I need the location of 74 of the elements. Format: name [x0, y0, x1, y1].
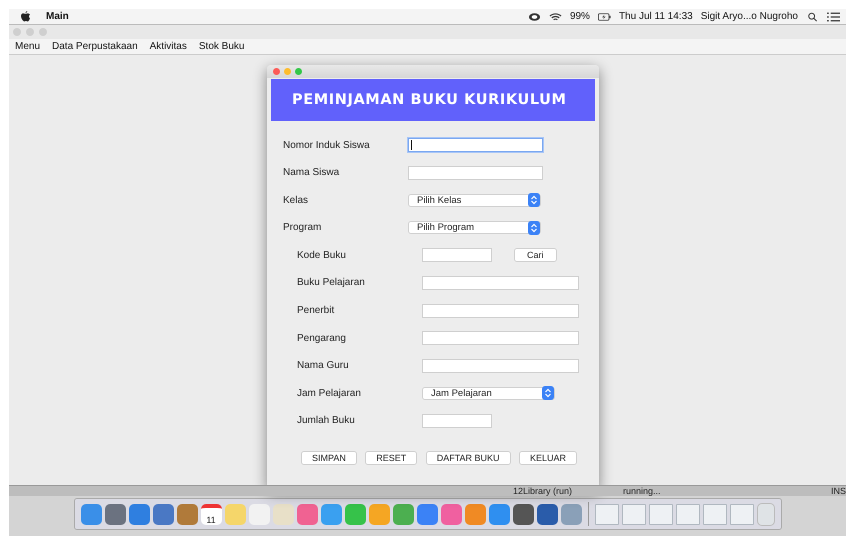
action-button[interactable]: KELUAR	[518, 450, 577, 465]
apple-icon[interactable]	[21, 11, 30, 22]
battery-icon[interactable]	[598, 12, 611, 22]
app-icon[interactable]	[104, 504, 126, 524]
task-name: 12Library (run)	[513, 486, 572, 496]
app-icon[interactable]	[152, 504, 174, 524]
text-field[interactable]	[422, 331, 579, 346]
search-button[interactable]: Cari	[514, 248, 557, 262]
field-label: Nama Siswa	[283, 167, 340, 178]
cloud-icon[interactable]	[528, 12, 541, 22]
form-title: PEMINJAMAN BUKU KURIKULUM	[292, 92, 567, 108]
action-button[interactable]: SIMPAN	[301, 450, 357, 465]
app-icon[interactable]	[416, 504, 438, 524]
field-label: Kelas	[283, 194, 310, 206]
text-field[interactable]	[408, 138, 543, 152]
menu-item[interactable]: Stok Buku	[198, 41, 244, 52]
app-icon[interactable]	[488, 504, 510, 524]
minimize-button[interactable]	[284, 68, 291, 75]
stepper-arrows-icon	[542, 386, 554, 400]
app-icon[interactable]	[176, 504, 198, 524]
app-icon[interactable]	[296, 504, 318, 524]
text-field[interactable]	[422, 276, 579, 290]
task-status: running...	[623, 486, 661, 496]
window-thumbnail[interactable]	[622, 504, 646, 524]
text-field[interactable]	[408, 166, 543, 180]
action-button[interactable]: RESET	[365, 450, 418, 465]
app-name[interactable]: Main	[46, 11, 69, 22]
window-thumbnail[interactable]	[594, 504, 618, 524]
trash-icon[interactable]	[756, 502, 774, 526]
app-icon[interactable]	[512, 504, 534, 524]
field-label: Nomor Induk Siswa	[283, 140, 371, 150]
zoom-button[interactable]	[39, 28, 47, 36]
close-button[interactable]	[13, 28, 21, 36]
field-label: Buku Pelajaran	[297, 277, 366, 288]
window-thumbnail[interactable]	[648, 504, 672, 524]
text-field[interactable]	[422, 358, 579, 373]
field-label: Kode Buku	[297, 250, 347, 261]
wifi-icon[interactable]	[548, 12, 562, 22]
app-icon[interactable]	[128, 504, 150, 524]
menu-bar-clock[interactable]: Thu Jul 11 14:33	[618, 11, 693, 22]
text-cursor	[411, 140, 412, 150]
action-button[interactable]: DAFTAR BUKU	[426, 450, 511, 465]
field-label: Jam Pelajaran	[297, 388, 362, 399]
field-label: Jumlah Buku	[297, 415, 356, 426]
text-field[interactable]	[422, 414, 492, 428]
search-icon[interactable]	[806, 12, 819, 22]
app-icon[interactable]	[536, 504, 558, 524]
zoom-button[interactable]	[295, 68, 302, 75]
user-name[interactable]: Sigit Aryo...o Nugroho	[700, 11, 798, 22]
insert-mode: INS	[830, 486, 846, 496]
menu-item[interactable]: Data Perpustakaan	[52, 41, 138, 52]
window-thumbnail[interactable]	[730, 504, 754, 524]
minimize-button[interactable]	[26, 28, 34, 36]
dropdown[interactable]: Pilih Kelas	[408, 194, 541, 207]
app-icon[interactable]	[80, 504, 102, 524]
dropdown[interactable]: Pilih Program	[408, 221, 541, 234]
field-label: Nama Guru	[297, 360, 350, 372]
text-field[interactable]	[422, 304, 579, 318]
field-label: Penerbit	[297, 305, 336, 316]
text-field[interactable]	[422, 248, 492, 262]
list-icon[interactable]	[827, 12, 840, 22]
calendar-app[interactable]: 11	[200, 504, 222, 524]
menu-item[interactable]: Aktivitas	[150, 41, 187, 52]
field-label: Pengarang	[297, 332, 347, 344]
app-icon[interactable]	[440, 504, 462, 524]
window-thumbnail[interactable]	[676, 504, 700, 524]
stepper-arrows-icon	[528, 220, 540, 235]
dropdown[interactable]: Jam Pelajaran	[422, 386, 555, 400]
stepper-arrows-icon	[528, 193, 540, 208]
window-thumbnail[interactable]	[702, 504, 726, 524]
close-button[interactable]	[273, 68, 280, 75]
menu-item[interactable]: Menu	[15, 41, 40, 52]
field-label: Program	[283, 222, 322, 234]
battery-percentage[interactable]: 99%	[570, 11, 590, 22]
